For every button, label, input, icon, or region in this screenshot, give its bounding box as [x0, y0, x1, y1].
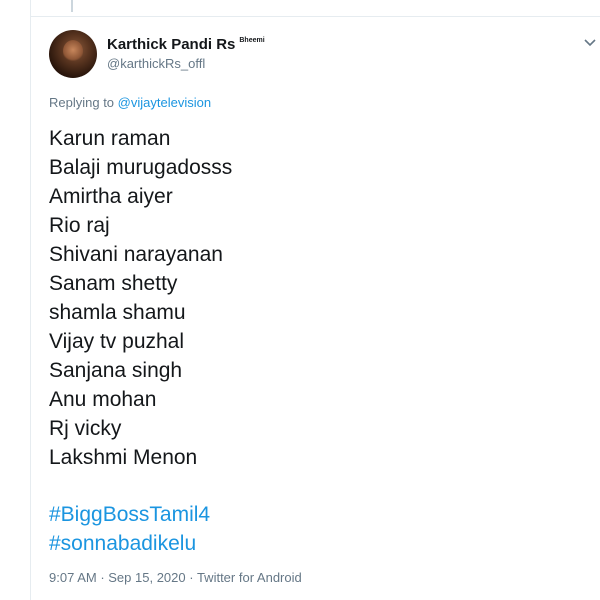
author-display-name[interactable]: Karthick Pandi Rs [107, 36, 235, 53]
author-handle[interactable]: @karthickRs_offl [107, 56, 205, 71]
tweet-line: Amirtha aiyer [49, 185, 173, 208]
tweet-date[interactable]: Sep 15, 2020 [108, 570, 185, 585]
tweet-card: Karthick Pandi Rs Bheemi @karthickRs_offl… [30, 0, 600, 600]
tweet-line: Anu mohan [49, 388, 157, 411]
tweet-meta: 9:07 AM · Sep 15, 2020 · Twitter for And… [49, 570, 302, 585]
tweet-line: shamla shamu [49, 301, 186, 324]
divider [31, 16, 600, 17]
hashtag-link[interactable]: #sonnabadikelu [49, 529, 210, 558]
avatar[interactable] [49, 30, 97, 78]
tweet-line: Shivani narayanan [49, 243, 223, 266]
tweet-line: Vijay tv puzhal [49, 330, 185, 353]
tweet-source[interactable]: Twitter for Android [197, 570, 302, 585]
tweet-line: Balaji murugadosss [49, 156, 233, 179]
replying-to: Replying to @vijaytelevision [49, 95, 211, 110]
tweet-line: Rio raj [49, 214, 110, 237]
tweet-time[interactable]: 9:07 AM [49, 570, 97, 585]
reply-target-link[interactable]: @vijaytelevision [118, 95, 211, 110]
meta-separator: · [96, 570, 109, 585]
author-name-suffix: Bheemi [239, 37, 265, 44]
tweet-line: Sanjana singh [49, 359, 183, 382]
replying-to-prefix: Replying to [49, 95, 118, 110]
tweet-line: Karun raman [49, 127, 171, 150]
chevron-down-icon[interactable] [584, 34, 596, 50]
meta-separator: · [185, 570, 197, 585]
tweet-line: Sanam shetty [49, 272, 178, 295]
hashtag-list: #BiggBossTamil4 #sonnabadikelu [49, 500, 210, 558]
author-name-row[interactable]: Karthick Pandi Rs Bheemi [107, 36, 265, 54]
tweet-line: Lakshmi Menon [49, 446, 198, 469]
tweet-text: Karun raman Balaji murugadosss Amirtha a… [49, 124, 232, 472]
tweet-line: Rj vicky [49, 417, 122, 440]
hashtag-link[interactable]: #BiggBossTamil4 [49, 500, 210, 529]
thread-connector-line [71, 0, 73, 12]
